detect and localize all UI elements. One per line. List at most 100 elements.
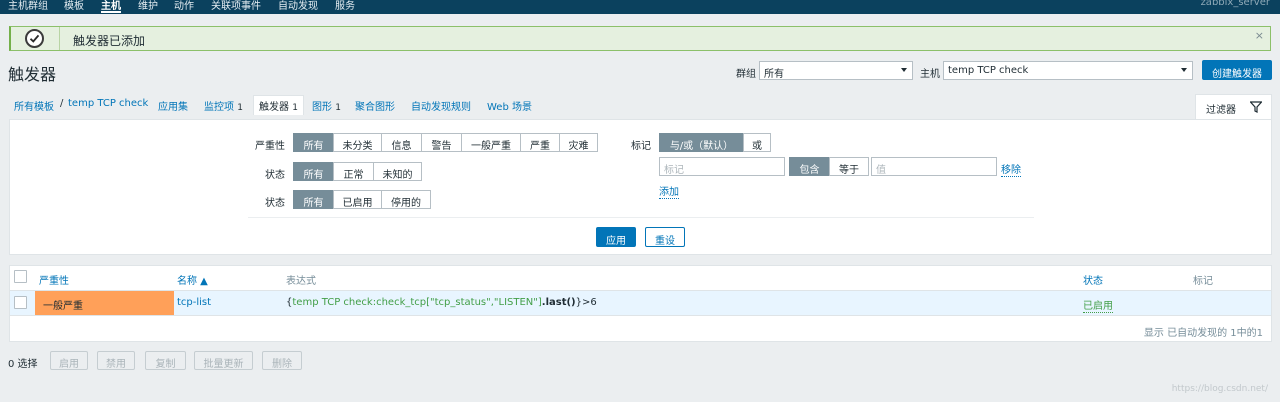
tab-triggers-label: 触发器 bbox=[259, 102, 289, 113]
status-label: 状态 bbox=[265, 198, 285, 209]
severity-option-average[interactable]: 一般严重 bbox=[461, 133, 520, 152]
tags-mode-or[interactable]: 或 bbox=[743, 133, 771, 152]
close-icon[interactable]: × bbox=[1255, 29, 1264, 42]
filter-divider bbox=[248, 217, 1034, 218]
nav-actions[interactable]: 动作 bbox=[174, 0, 194, 12]
host-select[interactable]: temp TCP check bbox=[943, 61, 1193, 80]
tag-operator-equals[interactable]: 等于 bbox=[829, 157, 869, 176]
chevron-down-icon bbox=[1181, 68, 1187, 72]
host-select-value: temp TCP check bbox=[948, 65, 1029, 76]
column-tags: 标记 bbox=[1193, 276, 1213, 287]
message-text: 触发器已添加 bbox=[73, 34, 146, 48]
watermark: https://blog.csdn.net/ bbox=[1171, 384, 1268, 394]
column-severity[interactable]: 严重性 bbox=[39, 272, 69, 287]
status-filter: 所有 已启用 停用的 bbox=[293, 190, 431, 209]
severity-option-disaster[interactable]: 灾难 bbox=[559, 133, 598, 152]
tab-graphs-count: 1 bbox=[335, 103, 341, 113]
breadcrumb-all-templates[interactable]: 所有模板 bbox=[14, 98, 54, 113]
nav-event-correlation[interactable]: 关联项事件 bbox=[211, 0, 261, 12]
triggers-table: 严重性 名称 ▲ 表达式 状态 标记 一般严重 tcp-list {temp T… bbox=[9, 265, 1272, 342]
reset-button[interactable]: 重设 bbox=[645, 227, 685, 247]
state-option-all[interactable]: 所有 bbox=[293, 162, 333, 181]
tab-discovery-rules[interactable]: 自动发现规则 bbox=[411, 98, 471, 113]
tab-triggers[interactable]: 触发器 1 bbox=[253, 95, 304, 115]
status-enabled-link[interactable]: 已启用 bbox=[1083, 297, 1113, 313]
message-divider bbox=[59, 27, 60, 50]
severity-filter: 所有 未分类 信息 警告 一般严重 严重 灾难 bbox=[293, 133, 598, 152]
trigger-name-link[interactable]: tcp-list bbox=[177, 297, 211, 308]
severity-label: 严重性 bbox=[255, 141, 285, 152]
severity-option-all[interactable]: 所有 bbox=[293, 133, 333, 152]
severity-option-high[interactable]: 严重 bbox=[520, 133, 559, 152]
group-select-value: 所有 bbox=[764, 69, 784, 80]
state-label: 状态 bbox=[265, 170, 285, 181]
delete-button[interactable]: 删除 bbox=[262, 351, 302, 370]
nav-discovery[interactable]: 自动发现 bbox=[278, 0, 318, 12]
severity-option-information[interactable]: 信息 bbox=[381, 133, 421, 152]
expression-tail: >6 bbox=[582, 297, 597, 308]
mass-update-button[interactable]: 批量更新 bbox=[194, 351, 253, 370]
select-all-checkbox[interactable] bbox=[14, 270, 27, 283]
tab-screens[interactable]: 聚合图形 bbox=[355, 98, 395, 113]
group-select[interactable]: 所有 bbox=[759, 61, 913, 80]
nav-services[interactable]: 服务 bbox=[335, 0, 355, 12]
status-option-disabled[interactable]: 停用的 bbox=[381, 190, 431, 209]
tab-triggers-count: 1 bbox=[292, 103, 298, 113]
expression-cell: {temp TCP check:check_tcp["tcp_status","… bbox=[286, 297, 597, 308]
disable-button[interactable]: 禁用 bbox=[97, 351, 135, 370]
state-filter: 所有 正常 未知的 bbox=[293, 162, 422, 181]
nav-hosts[interactable]: 主机 bbox=[101, 0, 121, 13]
tag-operator-contains[interactable]: 包含 bbox=[789, 157, 829, 176]
tags-label: 标记 bbox=[631, 141, 651, 152]
group-label: 群组 bbox=[736, 69, 756, 80]
host-tabs: 所有模板 / temp TCP check 应用集 监控项 1 触发器 1 图形… bbox=[8, 94, 1272, 119]
expression-function: .last() bbox=[541, 297, 576, 308]
chevron-down-icon bbox=[901, 68, 907, 72]
success-message: 触发器已添加 × bbox=[9, 26, 1271, 51]
tag-operator-filter: 包含 等于 bbox=[789, 157, 869, 176]
tag-name-input[interactable]: 标记 bbox=[659, 157, 785, 176]
filter-tab[interactable]: 过滤器 bbox=[1195, 94, 1272, 119]
tab-items-label: 监控项 bbox=[204, 102, 234, 113]
selected-count: 0 选择 bbox=[8, 359, 38, 370]
nav-templates[interactable]: 模板 bbox=[64, 0, 84, 12]
tab-graphs[interactable]: 图形 1 bbox=[312, 98, 341, 113]
funnel-icon bbox=[1250, 101, 1262, 113]
add-tag-link[interactable]: 添加 bbox=[659, 183, 679, 199]
severity-option-warning[interactable]: 警告 bbox=[421, 133, 461, 152]
status-option-all[interactable]: 所有 bbox=[293, 190, 333, 209]
column-name[interactable]: 名称 ▲ bbox=[177, 272, 208, 287]
tags-mode-and-or[interactable]: 与/或（默认） bbox=[659, 133, 743, 152]
state-option-normal[interactable]: 正常 bbox=[333, 162, 373, 181]
apply-button[interactable]: 应用 bbox=[596, 227, 636, 247]
check-circle-icon bbox=[25, 29, 44, 48]
tab-graphs-label: 图形 bbox=[312, 102, 332, 113]
page-title: 触发器 bbox=[8, 65, 57, 84]
create-trigger-button[interactable]: 创建触发器 bbox=[1202, 60, 1272, 80]
tab-items[interactable]: 监控项 1 bbox=[204, 98, 243, 113]
table-row: 一般严重 tcp-list {temp TCP check:check_tcp[… bbox=[10, 290, 1271, 316]
remove-tag-link[interactable]: 移除 bbox=[1001, 161, 1021, 177]
filter-tab-label: 过滤器 bbox=[1206, 105, 1236, 116]
tag-value-input[interactable]: 值 bbox=[871, 157, 997, 176]
copy-button[interactable]: 复制 bbox=[145, 351, 186, 370]
enable-button[interactable]: 启用 bbox=[50, 351, 88, 370]
severity-cell: 一般严重 bbox=[35, 291, 174, 315]
status-option-enabled[interactable]: 已启用 bbox=[333, 190, 381, 209]
nav-maintenance[interactable]: 维护 bbox=[138, 0, 158, 12]
tab-web-scenarios[interactable]: Web 场景 bbox=[487, 98, 532, 113]
state-option-unknown[interactable]: 未知的 bbox=[373, 162, 422, 181]
tab-applications[interactable]: 应用集 bbox=[158, 98, 188, 113]
tags-mode-filter: 与/或（默认） 或 bbox=[659, 133, 771, 152]
breadcrumb-host[interactable]: temp TCP check bbox=[68, 98, 148, 109]
severity-option-not-classified[interactable]: 未分类 bbox=[333, 133, 381, 152]
host-label: 主机 bbox=[920, 69, 940, 80]
tab-items-count: 1 bbox=[237, 103, 243, 113]
expression-item-key: temp TCP check:check_tcp["tcp_status","L… bbox=[292, 297, 542, 308]
column-status[interactable]: 状态 bbox=[1083, 272, 1103, 287]
row-checkbox[interactable] bbox=[14, 296, 27, 309]
server-name: zabbix_server bbox=[1200, 0, 1270, 8]
nav-host-groups[interactable]: 主机群组 bbox=[8, 0, 48, 12]
top-navigation: 主机群组 模板 主机 维护 动作 关联项事件 自动发现 服务 zabbix_se… bbox=[0, 0, 1280, 14]
breadcrumb-separator: / bbox=[60, 98, 64, 109]
